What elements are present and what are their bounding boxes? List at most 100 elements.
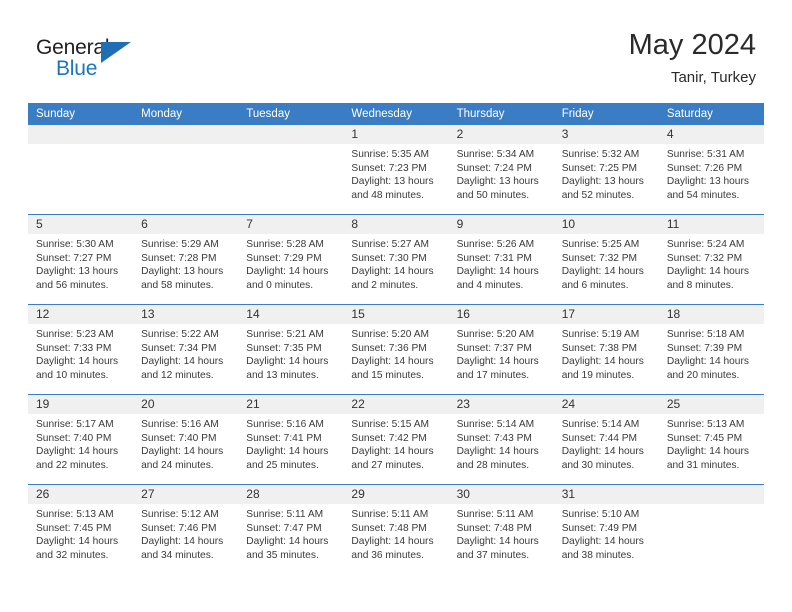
day-number: 31 [561,487,576,501]
day-details: Sunrise: 5:16 AM Sunset: 7:40 PM Daylight:… [133,414,238,472]
calendar-day-cell[interactable]: 26 Sunrise: 5:13 AM Sunset: 7:45 PM Dayligh… [28,485,134,574]
daylight-duration-line2: and 13 minutes. [246,369,319,381]
day-details: Sunrise: 5:25 AM Sunset: 7:32 PM Daylight:… [554,234,659,292]
day-details: Sunrise: 5:16 AM Sunset: 7:41 PM Daylight:… [238,414,343,472]
daylight-duration-line2: and 36 minutes. [351,549,424,561]
calendar-day-cell[interactable]: 31 Sunrise: 5:10 AM Sunset: 7:49 PM Dayligh… [553,485,659,574]
logo-text-blue: Blue [56,57,98,80]
day-number-band [28,125,134,144]
calendar-day-cell[interactable]: 10 Sunrise: 5:25 AM Sunset: 7:32 PM Dayligh… [553,215,659,304]
day-number-band: 22 [343,395,449,414]
calendar-day-cell[interactable]: 11 Sunrise: 5:24 AM Sunset: 7:32 PM Dayligh… [658,215,764,304]
general-blue-logo[interactable]: General Blue [36,36,146,86]
daylight-duration-line1: Daylight: 14 hours [666,356,749,368]
daylight-duration-line1: Daylight: 13 hours [666,176,749,188]
calendar-day-cell[interactable]: 30 Sunrise: 5:11 AM Sunset: 7:48 PM Dayligh… [448,485,554,574]
daylight-duration-line1: Daylight: 14 hours [36,356,119,368]
daylight-duration-line2: and 10 minutes. [36,369,109,381]
sunset-time: Sunset: 7:44 PM [561,432,638,444]
day-number-band: 23 [448,395,554,414]
day-number-band: 30 [448,485,554,504]
calendar-week-row: 26 Sunrise: 5:13 AM Sunset: 7:45 PM Dayligh… [28,484,764,574]
calendar-day-cell[interactable]: 7 Sunrise: 5:28 AM Sunset: 7:29 PM Daylight… [238,215,344,304]
daylight-duration-line2: and 48 minutes. [351,189,424,201]
day-number-band: 1 [343,125,449,144]
calendar-day-cell[interactable]: 24 Sunrise: 5:14 AM Sunset: 7:44 PM Dayligh… [553,395,659,484]
day-details: Sunrise: 5:34 AM Sunset: 7:24 PM Daylight:… [449,144,554,202]
day-number: 17 [561,307,576,321]
day-details: Sunrise: 5:19 AM Sunset: 7:38 PM Daylight:… [554,324,659,382]
sunrise-time: Sunrise: 5:23 AM [36,329,114,340]
day-details: Sunrise: 5:29 AM Sunset: 7:28 PM Daylight:… [133,234,238,292]
sunrise-time: Sunrise: 5:16 AM [246,419,324,430]
daylight-duration-line1: Daylight: 14 hours [456,356,539,368]
day-details: Sunrise: 5:30 AM Sunset: 7:27 PM Daylight:… [28,234,133,292]
calendar-day-cell[interactable]: 18 Sunrise: 5:18 AM Sunset: 7:39 PM Dayligh… [658,305,764,394]
sunset-time: Sunset: 7:42 PM [351,432,427,444]
day-details: Sunrise: 5:14 AM Sunset: 7:44 PM Daylight:… [554,414,659,472]
daylight-duration-line2: and 58 minutes. [141,279,214,291]
sunset-time: Sunset: 7:48 PM [456,522,532,534]
sunrise-time: Sunrise: 5:35 AM [351,149,430,160]
day-number-band: 29 [343,485,449,504]
calendar-day-cell[interactable]: 20 Sunrise: 5:16 AM Sunset: 7:40 PM Dayligh… [133,395,239,484]
calendar-day-cell[interactable]: 6 Sunrise: 5:29 AM Sunset: 7:28 PM Daylight… [133,215,239,304]
sunrise-time: Sunrise: 5:31 AM [666,149,745,160]
sunset-time: Sunset: 7:35 PM [246,342,322,354]
calendar-day-cell[interactable]: 16 Sunrise: 5:20 AM Sunset: 7:37 PM Dayligh… [448,305,554,394]
day-number-band: 21 [238,395,344,414]
calendar-page: General Blue May 2024 Tanir, Turkey Sund… [0,0,792,612]
calendar-day-cell[interactable]: 5 Sunrise: 5:30 AM Sunset: 7:27 PM Daylight… [28,215,134,304]
day-number-band: 27 [133,485,239,504]
calendar-day-cell[interactable]: 19 Sunrise: 5:17 AM Sunset: 7:40 PM Dayligh… [28,395,134,484]
daylight-duration-line1: Daylight: 14 hours [141,356,224,368]
daylight-duration-line1: Daylight: 14 hours [561,266,644,278]
calendar-day-cell[interactable]: 23 Sunrise: 5:14 AM Sunset: 7:43 PM Dayligh… [448,395,554,484]
sunset-time: Sunset: 7:45 PM [36,522,112,534]
calendar-day-cell[interactable]: 13 Sunrise: 5:22 AM Sunset: 7:34 PM Dayligh… [133,305,239,394]
calendar-day-cell[interactable]: 22 Sunrise: 5:15 AM Sunset: 7:42 PM Dayligh… [343,395,449,484]
day-details: Sunrise: 5:17 AM Sunset: 7:40 PM Daylight:… [28,414,133,472]
day-number: 15 [351,307,365,321]
sunrise-time: Sunrise: 5:13 AM [36,509,114,520]
calendar-day-cell[interactable]: 21 Sunrise: 5:16 AM Sunset: 7:41 PM Dayligh… [238,395,344,484]
calendar-day-cell[interactable]: 25 Sunrise: 5:13 AM Sunset: 7:45 PM Dayligh… [658,395,764,484]
calendar-day-cell[interactable]: 17 Sunrise: 5:19 AM Sunset: 7:38 PM Dayligh… [553,305,659,394]
sunset-time: Sunset: 7:28 PM [141,252,217,264]
sunrise-time: Sunrise: 5:34 AM [456,149,535,160]
daylight-duration-line1: Daylight: 13 hours [141,266,224,278]
sunrise-time: Sunrise: 5:19 AM [561,329,640,340]
calendar-day-cell[interactable]: 2 Sunrise: 5:34 AM Sunset: 7:24 PM Daylight… [448,125,554,214]
calendar-day-cell[interactable]: 14 Sunrise: 5:21 AM Sunset: 7:35 PM Dayligh… [238,305,344,394]
day-number: 30 [456,487,470,501]
sunset-time: Sunset: 7:30 PM [351,252,427,264]
weekday-header-row: Sunday Monday Tuesday Wednesday Thursday… [28,103,764,125]
calendar-day-cell[interactable]: 27 Sunrise: 5:12 AM Sunset: 7:46 PM Dayligh… [133,485,239,574]
calendar-day-cell[interactable]: 8 Sunrise: 5:27 AM Sunset: 7:30 PM Daylight… [343,215,449,304]
day-details: Sunrise: 5:14 AM Sunset: 7:43 PM Daylight:… [449,414,554,472]
sunrise-time: Sunrise: 5:14 AM [561,419,640,430]
day-number: 19 [36,397,50,411]
calendar-day-cell[interactable]: 9 Sunrise: 5:26 AM Sunset: 7:31 PM Daylight… [448,215,554,304]
day-number: 13 [141,307,155,321]
calendar-day-cell[interactable]: 4 Sunrise: 5:31 AM Sunset: 7:26 PM Daylight… [658,125,764,214]
sunrise-time: Sunrise: 5:15 AM [351,419,430,430]
calendar-day-cell[interactable]: 28 Sunrise: 5:11 AM Sunset: 7:47 PM Dayligh… [238,485,344,574]
day-number-band: 5 [28,215,134,234]
daylight-duration-line1: Daylight: 14 hours [456,266,539,278]
day-number: 5 [36,217,43,231]
day-number-band: 10 [553,215,659,234]
page-title: May 2024 [628,29,756,61]
calendar-day-cell[interactable]: 3 Sunrise: 5:32 AM Sunset: 7:25 PM Daylight… [553,125,659,214]
calendar-day-cell[interactable]: 1 Sunrise: 5:35 AM Sunset: 7:23 PM Daylight… [343,125,449,214]
calendar-day-cell[interactable]: 15 Sunrise: 5:20 AM Sunset: 7:36 PM Dayligh… [343,305,449,394]
daylight-duration-line2: and 27 minutes. [351,459,424,471]
calendar-day-cell[interactable]: 29 Sunrise: 5:11 AM Sunset: 7:48 PM Dayligh… [343,485,449,574]
calendar-day-cell[interactable]: 12 Sunrise: 5:23 AM Sunset: 7:33 PM Dayligh… [28,305,134,394]
day-number-band: 12 [28,305,134,324]
sunrise-time: Sunrise: 5:11 AM [351,509,429,520]
sunrise-time: Sunrise: 5:14 AM [456,419,535,430]
daylight-duration-line2: and 24 minutes. [141,459,214,471]
sunrise-time: Sunrise: 5:17 AM [36,419,114,430]
sunset-time: Sunset: 7:26 PM [666,162,743,174]
